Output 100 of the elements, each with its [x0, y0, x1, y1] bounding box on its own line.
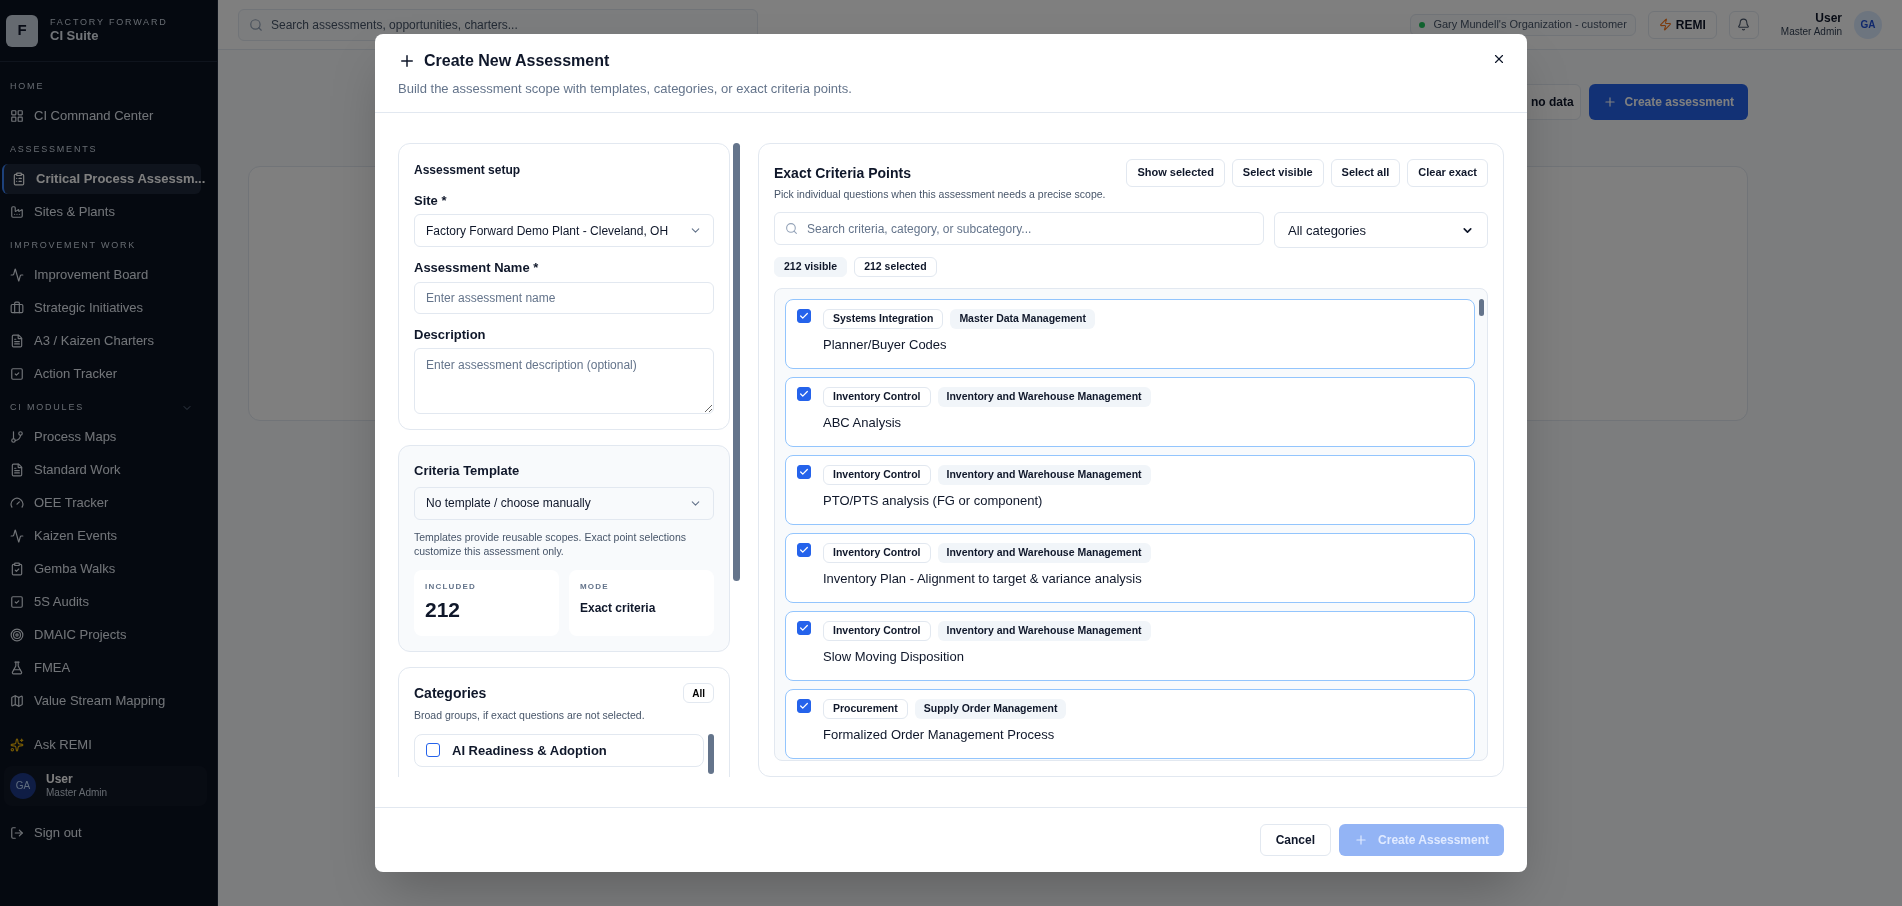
criteria-title: Formalized Order Management Process: [823, 726, 1056, 745]
section-label: CI MODULES: [10, 401, 84, 415]
criteria-item[interactable]: Inventory Control Inventory and Warehouse Management Slow Moving Disposition: [785, 611, 1475, 682]
organization-name: Gary Mundell's Organization - customer: [1433, 17, 1627, 33]
sign-out-item[interactable]: Sign out: [2, 817, 215, 848]
criteria-item[interactable]: Inventory Control Inventory and Warehouse Management ABC Analysis: [785, 377, 1475, 448]
checkbox[interactable]: [797, 387, 811, 402]
bell-icon: [1737, 18, 1751, 31]
stat-label: INCLUDED: [425, 580, 477, 593]
card-heading: Assessment setup: [414, 161, 522, 179]
count-badge: 212 visible: [774, 257, 848, 278]
scrollbar-thumb[interactable]: [733, 142, 740, 581]
criteria-title: Slow Moving Disposition: [823, 648, 965, 667]
criteria-title: ABC Analysis: [823, 414, 903, 433]
categories-hint: Broad groups, if exact questions are not selected.: [414, 707, 646, 723]
remi-button[interactable]: REMI: [1647, 10, 1717, 39]
criteria-item[interactable]: Systems Integration Master Data Management Planner/Buyer Codes: [785, 299, 1475, 370]
sidebar-item[interactable]: Process Maps: [2, 422, 201, 452]
create-assessment-button[interactable]: Create assessment: [1588, 84, 1748, 120]
sparkle-icon: [10, 738, 24, 752]
template-select[interactable]: No template / choose manually: [414, 486, 714, 520]
name-field[interactable]: Enter assessment name: [414, 281, 714, 314]
nav-icon: [10, 205, 24, 219]
user-avatar: GA: [10, 772, 36, 799]
criteria-title: PTO/PTS analysis (FG or component): [823, 492, 1044, 511]
all-button[interactable]: All: [683, 683, 714, 704]
category-tag: Procurement: [823, 699, 908, 720]
criteria-item[interactable]: Inventory Control Inventory and Warehouse Management PTO/PTS analysis (FG or component): [785, 455, 1475, 526]
subcategory-tag: Inventory and Warehouse Management: [937, 465, 1151, 486]
sidebar-item[interactable]: FMEA: [2, 653, 201, 683]
criteria-title: Planner/Buyer Codes: [823, 336, 948, 355]
toolbar-button[interactable]: Clear exact: [1407, 158, 1488, 187]
sidebar-item[interactable]: A3 / Kaizen Charters: [2, 326, 201, 356]
checkbox[interactable]: [797, 465, 811, 480]
nav-icon: [10, 562, 24, 576]
category-tag: Inventory Control: [823, 465, 931, 486]
ask-remi-item[interactable]: Ask REMI: [2, 730, 215, 760]
stat-label: MODE: [580, 580, 610, 593]
section-label: IMPROVEMENT WORK: [10, 239, 137, 253]
criteria-item[interactable]: Inventory Control Inventory and Warehouse Management Inventory Plan - Alignment to target & variance analysis: [785, 533, 1475, 604]
subcategory-tag: Inventory and Warehouse Management: [937, 543, 1151, 564]
notifications-button[interactable]: [1728, 10, 1759, 39]
section-label: HOME: [10, 80, 45, 94]
nav-icon: [10, 268, 24, 282]
nav-icon: [10, 628, 24, 642]
toolbar-button[interactable]: Select visible: [1231, 158, 1324, 187]
category-filter-select[interactable]: All categories: [1274, 212, 1488, 249]
criteria-search-field[interactable]: Search criteria, category, or subcategory...: [774, 212, 1264, 246]
checkbox[interactable]: [797, 543, 811, 558]
organization-pill[interactable]: Gary Mundell's Organization - customer: [1410, 13, 1636, 36]
description-field[interactable]: Enter assessment description (optional): [414, 348, 714, 414]
close-icon: [1492, 52, 1506, 66]
user-avatar[interactable]: GA: [1854, 10, 1882, 39]
nav-icon: [10, 463, 24, 477]
company-name: FACTORY FORWARD: [50, 16, 168, 28]
sidebar-item[interactable]: Action Tracker: [2, 359, 201, 389]
checkbox[interactable]: [797, 621, 811, 636]
sidebar-item[interactable]: Strategic Initiatives: [2, 293, 201, 323]
category-tag: Systems Integration: [823, 309, 944, 330]
sidebar-item[interactable]: DMAIC Projects: [2, 620, 201, 650]
section-label: ASSESSMENTS: [10, 143, 98, 157]
scrollbar-thumb[interactable]: [1479, 299, 1484, 317]
criteria-title: Inventory Plan - Alignment to target & variance analysis: [823, 570, 1143, 589]
toolbar-button[interactable]: Show selected: [1126, 158, 1225, 187]
field-label: Site *: [414, 191, 448, 210]
toolbar-button[interactable]: Select all: [1330, 158, 1401, 187]
check-icon: [799, 389, 809, 400]
check-icon: [799, 701, 809, 712]
user-role: Master Admin: [46, 787, 108, 800]
search-icon: [785, 222, 798, 236]
sidebar-item[interactable]: Improvement Board: [2, 260, 201, 290]
sidebar-item[interactable]: Value Stream Mapping: [2, 686, 201, 716]
plus-icon: [398, 52, 416, 70]
category-item[interactable]: AI Readiness & Adoption: [414, 733, 704, 768]
logo-icon: F: [6, 14, 38, 47]
criteria-title: Exact Criteria Points: [774, 163, 912, 183]
category-tag: Inventory Control: [823, 387, 931, 408]
cancel-button[interactable]: Cancel: [1259, 824, 1332, 856]
criteria-item[interactable]: Procurement Supply Order Management Formalized Order Management Process: [785, 689, 1475, 760]
field-label: Description: [414, 325, 487, 344]
sidebar-item[interactable]: Gemba Walks: [2, 554, 201, 584]
checkbox[interactable]: [797, 699, 811, 714]
field-label: Assessment Name *: [414, 259, 540, 277]
user-role: Master Admin: [1780, 25, 1842, 39]
sidebar-item[interactable]: Standard Work: [2, 455, 201, 485]
sidebar-item[interactable]: Kaizen Events: [2, 521, 201, 551]
site-select[interactable]: Factory Forward Demo Plant - Cleveland, OH: [414, 214, 714, 247]
checkbox[interactable]: [797, 309, 811, 324]
sign-out-icon: [10, 825, 24, 840]
check-icon: [799, 623, 809, 634]
sidebar-item[interactable]: Sites & Plants: [2, 197, 201, 227]
checkbox[interactable]: [426, 743, 440, 758]
field-label: Criteria Template: [414, 462, 521, 480]
sidebar-item[interactable]: OEE Tracker: [2, 488, 201, 518]
sidebar-item[interactable]: 5S Audits: [2, 587, 201, 617]
sidebar-item[interactable]: CI Command Center: [2, 101, 201, 131]
scrollbar-thumb[interactable]: [708, 733, 714, 774]
categories-title: Categories: [414, 683, 487, 703]
stat-value: Exact criteria: [580, 599, 657, 617]
subcategory-tag: Inventory and Warehouse Management: [937, 387, 1151, 408]
